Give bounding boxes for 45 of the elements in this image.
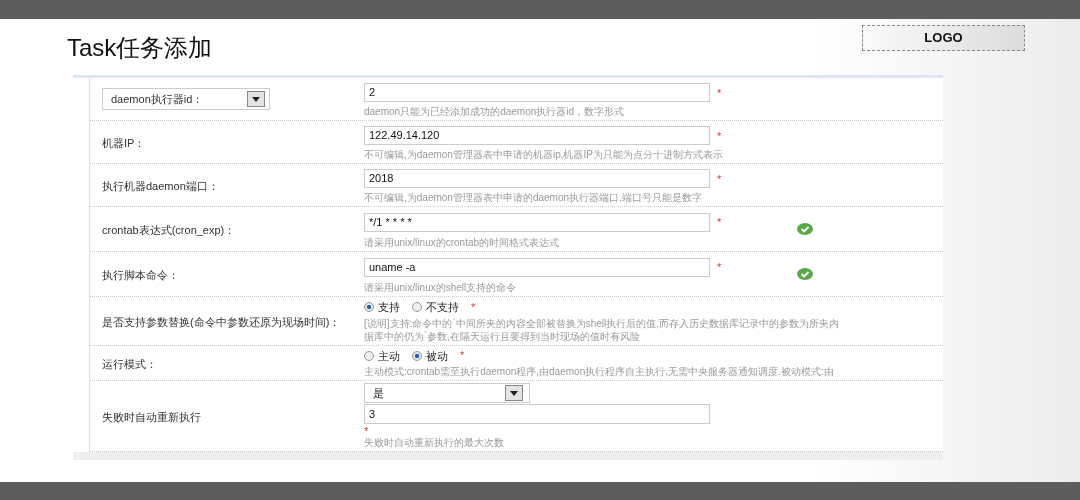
dropdown-button[interactable] (247, 91, 265, 107)
hint-text: [说明]支持:命令中的`中间所夹的内容全部被替换为shell执行后的值,而存入历史数据库记录中的参数为所夹内 (364, 316, 839, 330)
field-label: crontab表达式(cron_exp)： (102, 224, 236, 236)
required-mark: * (364, 425, 369, 437)
horizontal-scrollbar[interactable] (73, 452, 943, 460)
radio-option[interactable]: 支持 (364, 299, 400, 316)
required-mark: * (717, 173, 722, 185)
text-field[interactable]: */1 * * * * (364, 212, 710, 232)
hint-text: 不可编辑,为daemon管理器表中申请的daemon执行器端口,端口号只能是数字 (364, 191, 703, 204)
radio-option[interactable]: 主动 (364, 347, 400, 364)
field-label: 执行脚本命令： (102, 269, 179, 281)
check-icon (797, 268, 813, 280)
required-mark: * (471, 301, 476, 313)
caret-icon (510, 390, 518, 396)
text-field[interactable]: 2018 (364, 168, 710, 188)
hint-text: 请采用unix/linux的shell支持的命令 (364, 281, 518, 294)
required-mark: * (717, 87, 722, 99)
hint-text: 不可编辑,为daemon管理器表中申请的机器ip,机器IP为只能为点分十进制方式表示 (364, 148, 724, 161)
radio-option[interactable]: 不支持 (412, 299, 459, 316)
required-mark: * (717, 261, 722, 273)
hint-text: 据库中的仍为`参数,在隔天运行且要得到当时现场的值时有风险 (364, 329, 642, 343)
hint-text: 主动模式:crontab需至执行daemon程序,由daemon执行程序自主执行,无需中央服务器通知调度.被动模式:由 (364, 365, 834, 378)
text-field[interactable]: uname -a (364, 257, 710, 277)
text-field[interactable]: 2 (364, 82, 710, 102)
check-icon (797, 223, 813, 235)
text-field[interactable]: 3 (364, 404, 710, 424)
required-mark: * (460, 350, 465, 362)
field-label: 运行模式： (102, 357, 157, 370)
caret-icon (252, 96, 260, 102)
required-mark: * (717, 216, 722, 228)
retry-select[interactable]: 是 (364, 383, 530, 403)
field-label: 机器IP： (102, 137, 146, 149)
required-mark: * (717, 130, 722, 142)
field-label: 执行机器daemon端口： (102, 180, 219, 192)
text-field[interactable]: 122.49.14.120 (364, 125, 710, 145)
dropdown-button[interactable] (505, 385, 523, 401)
hint-text: 失败时自动重新执行的最大次数 (364, 436, 505, 449)
logo-text: LOGO (924, 29, 963, 48)
field-label: 失败时自动重新执行 (102, 411, 201, 423)
slide-title: Task任务添加 (67, 33, 213, 63)
executor-select[interactable]: daemon执行器id： (102, 88, 270, 110)
field-label: 是否支持参数替换(命令中参数还原为现场时间)： (102, 315, 341, 328)
hint-text: daemon只能为已经添加成功的daemon执行器id，数字形式 (364, 105, 626, 118)
radio-option[interactable]: 被动 (412, 347, 448, 364)
hint-text: 请采用unix/linux的crontab的时间格式表达式 (364, 236, 561, 249)
